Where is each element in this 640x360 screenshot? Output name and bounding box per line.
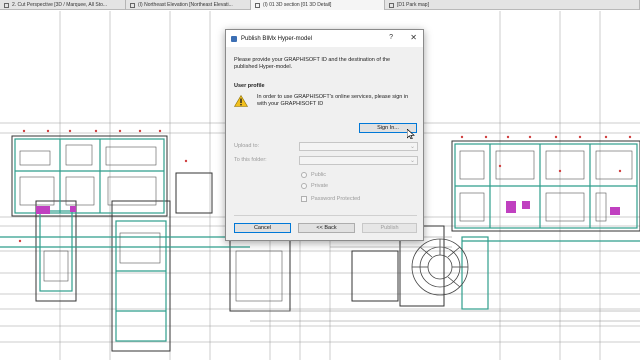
publish-bimx-dialog: Publish BIMx Hyper-model ? ✕ Please prov… xyxy=(225,29,424,241)
public-label: Public xyxy=(311,172,326,178)
divider xyxy=(234,215,417,216)
chevron-down-icon: ⌄ xyxy=(409,158,415,164)
password-protected-label: Password Protected xyxy=(311,196,361,202)
left-building-walls xyxy=(0,138,250,342)
tab-3d-section[interactable]: (I) 01 3D section [01 3D Detail] xyxy=(251,0,385,10)
left-building-markers xyxy=(18,129,188,243)
folder-row: To this folder: ⌄ xyxy=(234,156,418,165)
dialog-title: Publish BIMx Hyper-model xyxy=(241,35,313,42)
tab-bar: 2. Cut Perspective [3D / Marquee, All St… xyxy=(0,0,640,10)
view-icon xyxy=(4,2,9,8)
tab-label: (I) 01 3D section [01 3D Detail] xyxy=(263,2,332,8)
elevation-icon xyxy=(130,2,135,8)
mouse-cursor-icon xyxy=(407,129,415,139)
warning-icon xyxy=(234,95,248,107)
tab-label: (I) Northeast Elevation [Northeast Eleva… xyxy=(138,2,233,8)
sign-in-warning-text: In order to use GRAPHISOFT's online serv… xyxy=(257,94,409,107)
right-building-fixtures xyxy=(506,201,620,215)
site-lines xyxy=(250,236,640,322)
tab-park-map[interactable]: [D1 Park map] xyxy=(385,0,640,10)
private-radio[interactable]: Private xyxy=(301,182,421,190)
radio-button xyxy=(301,172,307,178)
dialog-titlebar[interactable]: Publish BIMx Hyper-model ? ✕ xyxy=(226,30,423,47)
tab-label: 2. Cut Perspective [3D / Marquee, All St… xyxy=(12,2,108,8)
archicad-app-icon xyxy=(231,35,237,42)
folder-label: To this folder: xyxy=(234,157,267,163)
close-button[interactable]: ✕ xyxy=(410,33,417,42)
back-button[interactable]: << Back xyxy=(298,223,355,233)
password-protected-checkbox[interactable]: Password Protected xyxy=(301,195,421,203)
tab-northeast-elevation[interactable]: (I) Northeast Elevation [Northeast Eleva… xyxy=(126,0,251,10)
section-icon xyxy=(255,2,260,8)
tab-cut-perspective[interactable]: 2. Cut Perspective [3D / Marquee, All St… xyxy=(0,0,126,10)
chevron-down-icon: ⌄ xyxy=(409,144,415,150)
folder-select[interactable]: ⌄ xyxy=(299,156,418,165)
user-profile-heading: User profile xyxy=(234,83,265,89)
right-building-walls xyxy=(454,143,640,310)
checkbox xyxy=(301,196,307,202)
publish-button[interactable]: Publish xyxy=(362,223,417,233)
public-radio[interactable]: Public xyxy=(301,171,421,179)
intro-text: Please provide your GRAPHISOFT ID and th… xyxy=(234,57,391,70)
radio-button xyxy=(301,183,307,189)
private-label: Private xyxy=(311,183,329,189)
cancel-button[interactable]: Cancel xyxy=(234,223,291,233)
curved-stair xyxy=(411,238,469,296)
upload-to-row: Upload to: ⌄ xyxy=(234,142,418,151)
upload-to-label: Upload to: xyxy=(234,143,260,149)
tab-label: [D1 Park map] xyxy=(397,2,429,8)
upload-to-select[interactable]: ⌄ xyxy=(299,142,418,151)
help-button[interactable]: ? xyxy=(389,34,393,41)
map-icon xyxy=(389,2,394,8)
